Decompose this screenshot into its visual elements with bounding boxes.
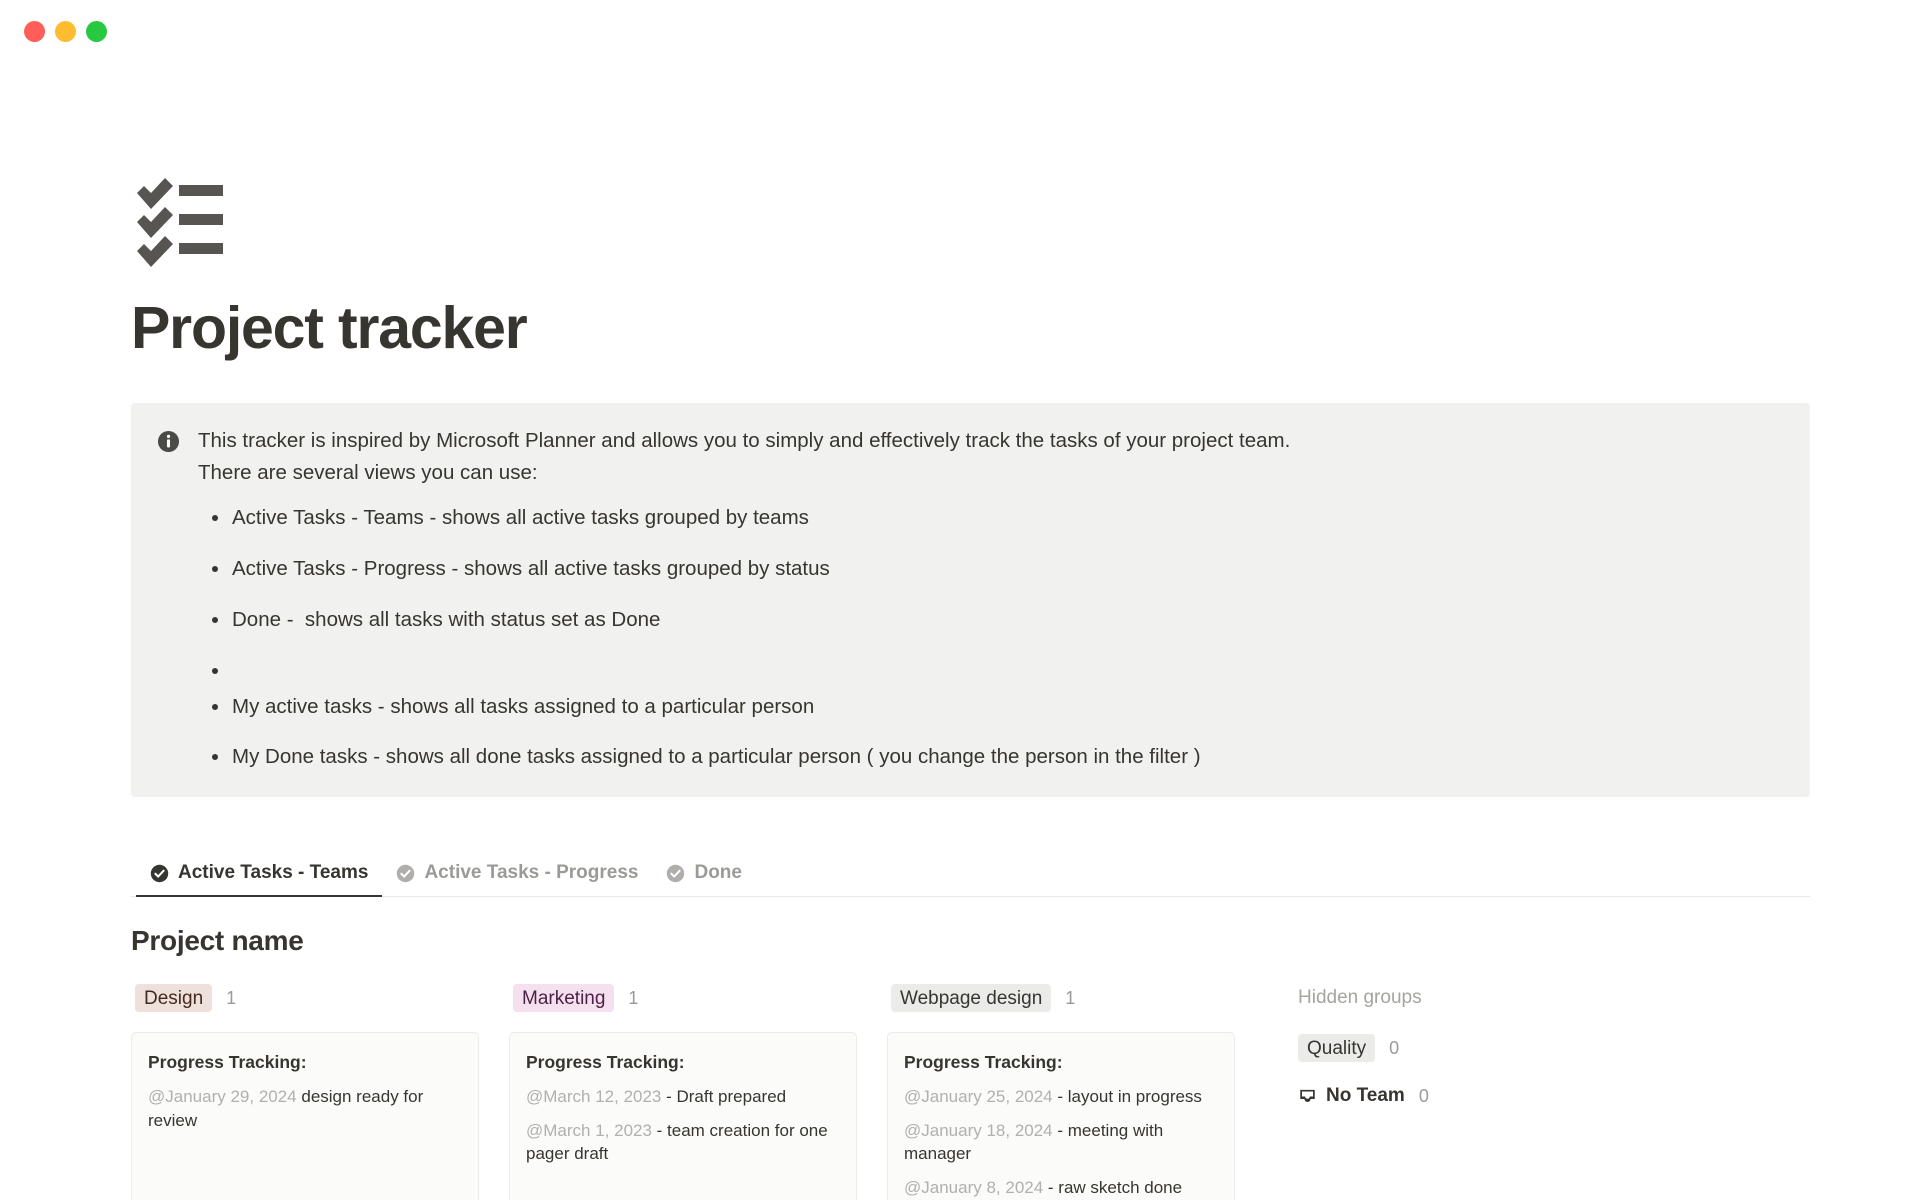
progress-entry: @January 18, 2024 - meeting with manager bbox=[904, 1119, 1218, 1166]
close-window-button[interactable] bbox=[24, 20, 45, 42]
board-column-design: Design 1 Progress Tracking: @January 29,… bbox=[131, 983, 509, 1200]
card-properties: Progress Tracking: @March 12, 2023 - Dra… bbox=[510, 1033, 856, 1200]
callout-list-item: Active Tasks - Progress - shows all acti… bbox=[198, 553, 1290, 585]
callout-spacer bbox=[198, 655, 1290, 691]
check-circle-icon bbox=[150, 864, 169, 883]
property-label: Progress Tracking: bbox=[148, 1052, 307, 1073]
hidden-group-quality[interactable]: Quality 0 bbox=[1298, 1034, 1685, 1063]
date-mention: @January 25, 2024 bbox=[904, 1087, 1053, 1107]
task-card[interactable]: Progress Tracking: @January 29, 2024 des… bbox=[131, 1032, 479, 1200]
tab-label: Active Tasks - Teams bbox=[178, 862, 369, 884]
date-mention: @January 18, 2024 bbox=[904, 1120, 1053, 1140]
board-columns: Design 1 Progress Tracking: @January 29,… bbox=[131, 983, 1821, 1200]
page-title: Project tracker bbox=[131, 295, 528, 361]
check-circle-icon bbox=[396, 864, 415, 883]
maximize-window-button[interactable] bbox=[86, 20, 107, 42]
page-scroll-area[interactable]: Project tracker This tracker is inspired… bbox=[0, 62, 1920, 1200]
info-callout: This tracker is inspired by Microsoft Pl… bbox=[131, 402, 1810, 798]
progress-entry: @January 29, 2024 design ready for revie… bbox=[148, 1085, 462, 1132]
tab-active-tasks-progress[interactable]: Active Tasks - Progress bbox=[382, 862, 652, 896]
group-header-design[interactable]: Design 1 bbox=[131, 983, 509, 1013]
check-circle-icon bbox=[666, 864, 685, 883]
callout-list-item: Active Tasks - Teams - shows all active … bbox=[198, 502, 1290, 534]
card-properties: Progress Tracking: @January 25, 2024 - l… bbox=[888, 1033, 1234, 1200]
tab-label: Done bbox=[694, 862, 742, 884]
hidden-groups-label: Hidden groups bbox=[1298, 987, 1422, 1009]
group-chip-design: Design bbox=[135, 984, 213, 1013]
entry-text: - raw sketch done bbox=[1043, 1177, 1183, 1197]
task-card[interactable]: Progress Tracking: @March 12, 2023 - Dra… bbox=[509, 1032, 857, 1200]
tab-label: Active Tasks - Progress bbox=[424, 862, 639, 884]
card-properties: Progress Tracking: @January 29, 2024 des… bbox=[132, 1033, 478, 1200]
date-mention: @January 8, 2024 bbox=[904, 1177, 1044, 1197]
group-count: 1 bbox=[1065, 987, 1076, 1008]
board-column-marketing: Marketing 1 Progress Tracking: @March 12… bbox=[509, 983, 887, 1200]
date-mention: @March 12, 2023 bbox=[526, 1087, 662, 1107]
property-label: Progress Tracking: bbox=[904, 1052, 1063, 1073]
group-header-marketing[interactable]: Marketing 1 bbox=[509, 983, 887, 1013]
progress-entry: @March 12, 2023 - Draft prepared bbox=[526, 1085, 840, 1108]
view-tabs: Active Tasks - Teams Active Tasks - Prog… bbox=[131, 853, 1810, 898]
checklist-icon bbox=[131, 172, 227, 268]
date-mention: @January 29, 2024 bbox=[148, 1087, 297, 1107]
hidden-groups-panel: Hidden groups Quality 0 No Team 0 bbox=[1265, 983, 1685, 1110]
entry-text: - layout in progress bbox=[1052, 1087, 1202, 1107]
callout-list-item: My Done tasks - shows all done tasks ass… bbox=[198, 741, 1290, 773]
tray-icon bbox=[1298, 1087, 1317, 1106]
callout-line-2: There are several views you can use: bbox=[198, 460, 538, 484]
callout-list-item: My active tasks - shows all tasks assign… bbox=[198, 691, 1290, 723]
no-team-label: No Team bbox=[1326, 1085, 1405, 1107]
board-column-webpage-design: Webpage design 1 Progress Tracking: @Jan… bbox=[887, 983, 1265, 1200]
board-title: Project name bbox=[131, 925, 304, 957]
tab-done[interactable]: Done bbox=[652, 862, 756, 896]
group-count: 1 bbox=[226, 987, 237, 1008]
group-count: 0 bbox=[1389, 1037, 1400, 1058]
task-card[interactable]: Progress Tracking: @January 25, 2024 - l… bbox=[887, 1032, 1235, 1200]
group-chip-webpage-design: Webpage design bbox=[891, 984, 1052, 1013]
progress-entry: @January 25, 2024 - layout in progress bbox=[904, 1085, 1218, 1108]
hidden-group-no-team[interactable]: No Team 0 bbox=[1298, 1082, 1685, 1110]
progress-entry: @March 1, 2023 - team creation for one p… bbox=[526, 1119, 840, 1166]
group-chip-marketing: Marketing bbox=[513, 984, 615, 1013]
no-team-chip: No Team bbox=[1298, 1085, 1405, 1107]
callout-list-item: Done - shows all tasks with status set a… bbox=[198, 604, 1290, 636]
tab-active-tasks-teams[interactable]: Active Tasks - Teams bbox=[136, 862, 383, 898]
group-header-webpage-design[interactable]: Webpage design 1 bbox=[887, 983, 1265, 1013]
callout-view-list: Active Tasks - Teams - shows all active … bbox=[198, 502, 1290, 773]
callout-body: This tracker is inspired by Microsoft Pl… bbox=[198, 425, 1290, 773]
property-label: Progress Tracking: bbox=[526, 1052, 685, 1073]
window-titlebar bbox=[0, 0, 1920, 62]
entry-text: - Draft prepared bbox=[661, 1087, 787, 1107]
group-chip-quality: Quality bbox=[1298, 1034, 1376, 1063]
progress-entry: @January 8, 2024 - raw sketch done bbox=[904, 1176, 1218, 1199]
minimize-window-button[interactable] bbox=[55, 20, 76, 42]
date-mention: @March 1, 2023 bbox=[526, 1120, 652, 1140]
group-count: 0 bbox=[1418, 1085, 1429, 1106]
callout-line-1: This tracker is inspired by Microsoft Pl… bbox=[198, 428, 1291, 452]
info-icon bbox=[157, 430, 180, 453]
group-count: 1 bbox=[628, 987, 639, 1008]
